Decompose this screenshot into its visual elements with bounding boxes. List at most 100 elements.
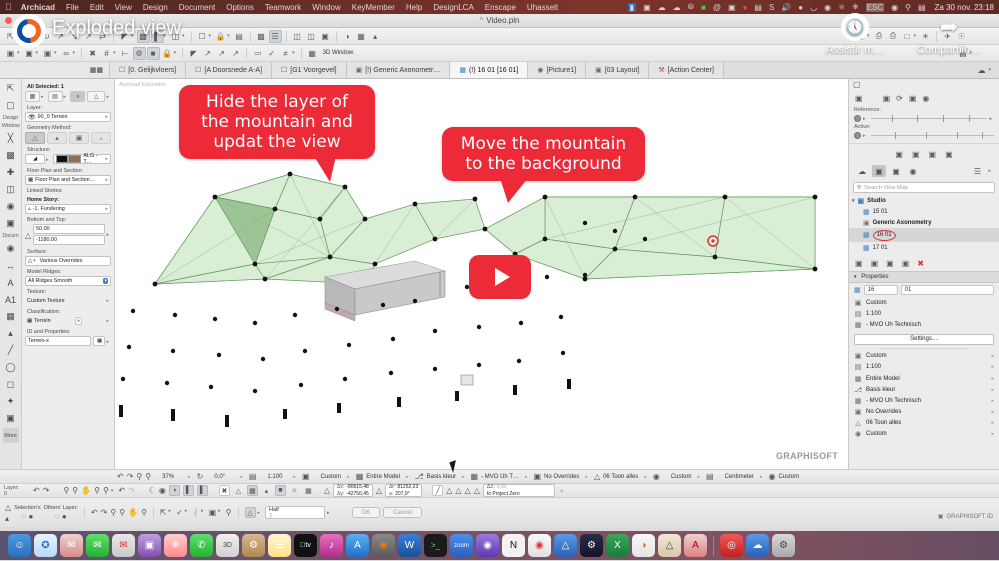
geometry-mesh-box[interactable]: ▣	[69, 132, 89, 144]
prop-row-overrides[interactable]: ▣ No Overrides ▸	[849, 407, 999, 418]
zoom-fit-icon[interactable]: ⚲	[145, 472, 151, 481]
classification-field[interactable]: ▦ Terrein ● ▸	[25, 316, 111, 326]
undo-icon[interactable]: ↶	[91, 508, 98, 517]
line-snap-button[interactable]: ╱	[432, 485, 444, 496]
link-tool-button[interactable]: ∞	[60, 47, 73, 60]
tab-more-icon[interactable]: ☁	[977, 66, 985, 75]
clone-folder-icon[interactable]: ▣	[912, 150, 920, 159]
renovation-icon[interactable]: △	[594, 472, 600, 481]
gravity-roof-icon[interactable]: △	[455, 486, 461, 495]
pen-set[interactable]: Basis kleur	[427, 474, 456, 480]
project-map-tab[interactable]: ☁	[855, 165, 869, 177]
navigator-home-icon[interactable]: ▢	[853, 80, 861, 89]
gravity-slab-icon[interactable]: △	[446, 486, 452, 495]
messages-icon[interactable]: ✉	[86, 534, 109, 557]
orbit-next-icon[interactable]: ↷	[128, 486, 135, 495]
mesh-tool-button[interactable]: ▴	[369, 30, 382, 43]
guideline-button[interactable]: ⊢	[119, 47, 132, 60]
navigator-menu-icon[interactable]: ☰	[968, 165, 986, 177]
tab-action-center[interactable]: ⚒ [Action Center]	[649, 62, 724, 78]
prop-row-layer-combo[interactable]: ▣ Custom ▸	[849, 351, 999, 362]
timemachine-icon[interactable]: ◉	[824, 3, 831, 12]
zoom-in-icon[interactable]: ⚲	[63, 486, 69, 495]
new-view-icon[interactable]: ▣	[895, 150, 903, 159]
sketch-icon[interactable]: △	[658, 534, 681, 557]
orbit-icon[interactable]: ↶	[118, 486, 125, 495]
view-angle[interactable]: 0,0°	[214, 474, 234, 480]
spline-tool-icon[interactable]: ✦	[3, 394, 19, 409]
model-view-option[interactable]: Entire Model	[366, 474, 400, 480]
picture-tool-button[interactable]: ▣	[4, 47, 17, 60]
hotspot-tool-button[interactable]: ✖	[86, 47, 99, 60]
menu-edit[interactable]: Edit	[90, 3, 104, 12]
selection-settings-icon[interactable]: ▦	[25, 91, 40, 102]
properties-header[interactable]: ▾ Properties	[849, 271, 999, 283]
arrow-tool-icon[interactable]: ⇱	[160, 508, 167, 517]
structure-material-field[interactable]: ALG - T… ▸	[52, 153, 111, 165]
compass-icon[interactable]: ⦾	[688, 2, 694, 12]
explore-icon[interactable]: ◉	[159, 486, 166, 495]
surface-field[interactable]: △ ▾ Various Overrides	[25, 256, 111, 266]
user-icon[interactable]: ●	[798, 3, 803, 12]
prop-row-renovation[interactable]: △ 06 Toon alles ▸	[849, 418, 999, 429]
image-tool-button[interactable]: ▣	[23, 47, 36, 60]
onedrive-icon[interactable]: ☁	[746, 534, 769, 557]
delete-icon[interactable]: ✖	[917, 259, 924, 268]
redo-icon[interactable]: ↷	[43, 486, 50, 495]
marquee-tool-icon[interactable]: ▢	[3, 98, 19, 113]
active-slider[interactable]: ▸	[849, 131, 999, 140]
offset-button[interactable]: ↗	[215, 47, 228, 60]
slope-tool-button[interactable]: △	[244, 507, 256, 518]
model-ridges-field[interactable]: All Ridges Smooth ▾	[25, 276, 111, 286]
word-icon[interactable]: W	[398, 534, 421, 557]
archicad-icon[interactable]: ◑	[632, 534, 655, 557]
tab-picture1[interactable]: ◉ [Picture1]	[528, 62, 587, 78]
cancel-button[interactable]: Cancel	[383, 507, 422, 518]
quick-row-pen-set[interactable]: ▦ - MVO Uh Technisch	[849, 319, 999, 330]
column-tool-icon[interactable]: ▩	[3, 148, 19, 163]
preferences-icon[interactable]: ⚙	[242, 534, 265, 557]
zoom-prev-icon[interactable]: ↶	[117, 472, 124, 481]
active-color-dot[interactable]	[854, 132, 861, 139]
pen-icon[interactable]: ⎇	[414, 472, 423, 481]
zoom-next-icon[interactable]: ↷	[127, 472, 134, 481]
coordinate-polar-box[interactable]: Δr: 81252,23 a: 207,9°	[384, 484, 423, 497]
unit-value[interactable]: Centimeter	[725, 474, 754, 480]
parallel-button[interactable]: ≕	[251, 47, 264, 60]
group-button[interactable]: ▣	[319, 30, 332, 43]
zoom-level[interactable]: 37%	[162, 474, 182, 480]
3d-window-icon[interactable]: ▦	[306, 47, 319, 60]
prop-row-custom[interactable]: ◉ Custom ▸	[849, 429, 999, 440]
apple-menu-icon[interactable]: 	[5, 2, 12, 12]
mail-icon[interactable]: ✉	[60, 534, 83, 557]
clock[interactable]: Za 30 nov. 23:18	[935, 3, 994, 12]
drive-icon[interactable]: △	[554, 534, 577, 557]
zoom-icon[interactable]: zoom	[450, 534, 473, 557]
youtube-play-button[interactable]	[469, 255, 531, 299]
new-folder-icon[interactable]: ▣	[886, 259, 894, 268]
acrobat-icon[interactable]: A	[684, 534, 707, 557]
layer-combination[interactable]: Custom	[321, 474, 342, 480]
menu-keymember[interactable]: KeyMember	[352, 3, 395, 12]
zone-tool-icon[interactable]: ◉	[3, 241, 19, 256]
view-id-field[interactable]: 16	[863, 285, 898, 295]
window-traffic-lights[interactable]	[5, 17, 12, 24]
active-track[interactable]	[870, 132, 994, 139]
walk-icon[interactable]: ☾	[149, 486, 156, 495]
reference-track[interactable]	[870, 115, 988, 122]
prop-row-graphic-override[interactable]: ▦ - MVO Uh Technisch ▸	[849, 395, 999, 406]
pan-icon[interactable]: ✋	[128, 508, 138, 517]
tree-item-generic-axonometry[interactable]: ▣ Generic Axonometry	[849, 217, 999, 228]
3d-viewport[interactable]: Archicad Education GRAPHISOFT Hide the l…	[115, 79, 848, 469]
ridges-stepper-icon[interactable]: ▾	[103, 278, 108, 284]
top-value-field[interactable]: -1180,00	[33, 235, 106, 245]
marquee-3d-button[interactable]: ▌	[182, 485, 194, 496]
channel-avatar[interactable]	[12, 14, 46, 48]
notes-icon[interactable]: ☰	[268, 534, 291, 557]
texture-field[interactable]: Custom Texture ▸	[25, 296, 111, 306]
transform-tool-icon[interactable]: ▣	[209, 508, 217, 517]
trash-icon[interactable]: ⚙	[772, 534, 795, 557]
rotate-view-button[interactable]: ▴	[261, 485, 272, 496]
scale-icon[interactable]: ▤	[249, 472, 257, 481]
layer-combo-icon[interactable]: ▣	[302, 472, 310, 481]
